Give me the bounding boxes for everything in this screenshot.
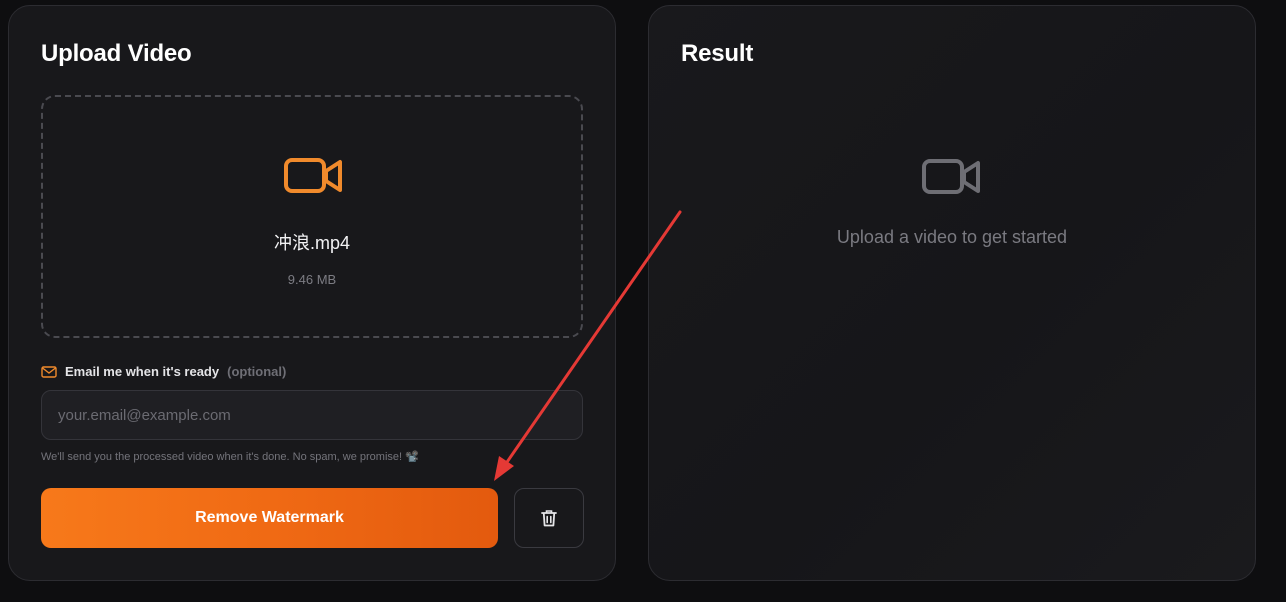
trash-icon (541, 510, 557, 527)
upload-panel: Upload Video 冲浪.mp4 9.46 MB Email me whe… (8, 5, 616, 581)
optional-tag: (optional) (227, 364, 287, 379)
email-label: Email me when it's ready (optional) (41, 364, 286, 379)
email-label-text: Email me when it's ready (65, 364, 220, 379)
result-empty-text: Upload a video to get started (836, 227, 1068, 247)
video-dropzone[interactable]: 冲浪.mp4 9.46 MB (41, 95, 583, 338)
video-camera-icon (922, 159, 980, 194)
email-hint: We'll send you the processed video when … (41, 451, 419, 463)
email-field[interactable] (41, 390, 583, 440)
video-camera-icon (284, 158, 342, 193)
remove-watermark-button[interactable]: Remove Watermark (41, 488, 498, 548)
file-size: 9.46 MB (287, 272, 337, 287)
result-title: Result (681, 40, 754, 67)
file-name: 冲浪.mp4 (273, 233, 351, 253)
upload-title: Upload Video (41, 40, 192, 67)
delete-button[interactable] (514, 488, 584, 548)
result-panel: Result Upload a video to get started (648, 5, 1256, 581)
mail-icon (41, 365, 57, 378)
